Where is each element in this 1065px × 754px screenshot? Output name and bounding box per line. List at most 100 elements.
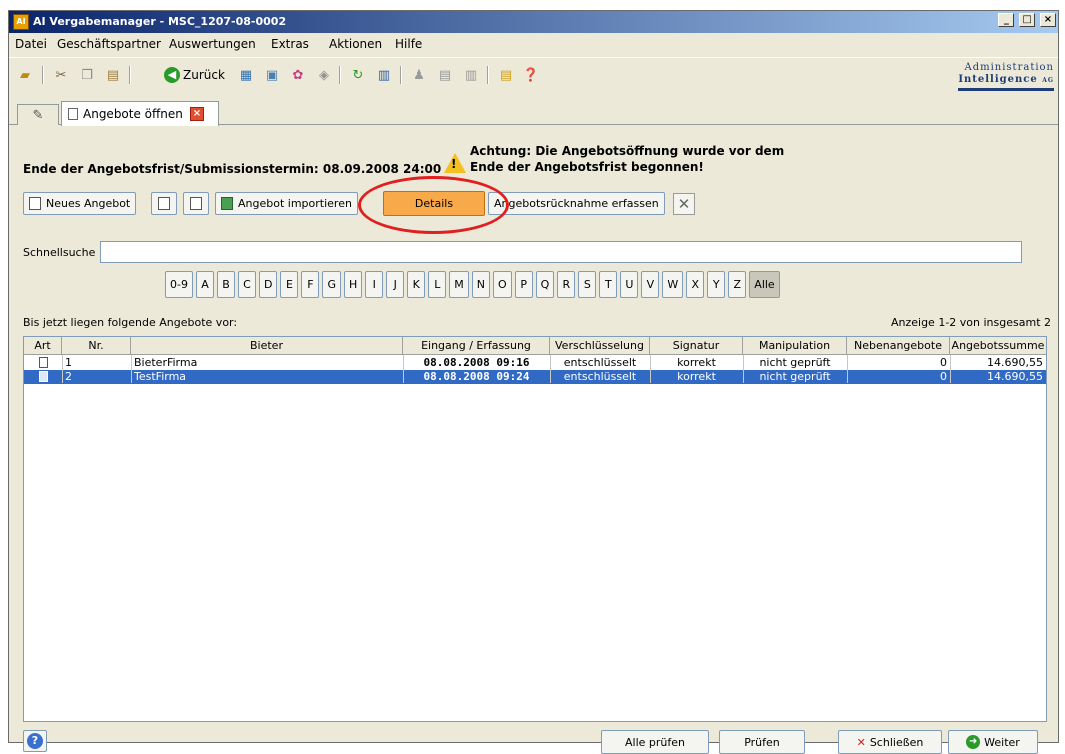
warning-message: Achtung: Die Angebotsöffnung wurde vor d… xyxy=(470,144,785,174)
letter-filter-b[interactable]: B xyxy=(216,271,235,298)
letter-filter-f[interactable]: F xyxy=(301,271,320,298)
table-row-selected[interactable]: 2 TestFirma 08.08.2008 09:24 entschlüsse… xyxy=(24,370,1046,384)
letter-filter-e[interactable]: E xyxy=(280,271,299,298)
toolbar-separator xyxy=(129,66,131,84)
row-type-icon xyxy=(24,370,62,384)
document-icon[interactable]: ▤ xyxy=(435,65,455,85)
row-bieter: BieterFirma xyxy=(134,356,198,369)
letter-filter-k[interactable]: K xyxy=(407,271,426,298)
column-divider xyxy=(743,355,744,383)
partners-icon[interactable]: ✿ xyxy=(288,65,308,85)
letter-filter-t[interactable]: T xyxy=(599,271,618,298)
row-verschluesselung: entschlüsselt xyxy=(563,356,637,369)
back-arrow-icon: ◀ xyxy=(164,67,180,83)
column-divider xyxy=(403,355,404,383)
letter-filter-v[interactable]: V xyxy=(641,271,660,298)
calendar-icon[interactable]: ▦ xyxy=(236,65,256,85)
cut-icon[interactable]: ✂ xyxy=(51,65,71,85)
maximize-button[interactable]: □ xyxy=(1019,13,1036,27)
new-document-icon xyxy=(29,197,41,210)
row-manipulation: nicht geprüft xyxy=(759,370,831,383)
brand-underline xyxy=(958,88,1054,91)
column-header-eingang[interactable]: Eingang / Erfassung xyxy=(403,337,550,355)
close-x-icon: ✕ xyxy=(856,735,866,749)
column-header-nebenangebote[interactable]: Nebenangebote xyxy=(847,337,950,355)
copy-icon[interactable]: ❐ xyxy=(77,65,97,85)
row-nr: 2 xyxy=(65,370,72,383)
row-nebenangebote: 0 xyxy=(940,356,947,369)
person-icon[interactable]: ♟ xyxy=(409,65,429,85)
table-row[interactable]: 1 BieterFirma 08.08.2008 09:16 entschlüs… xyxy=(24,356,1046,370)
letter-filter-0-9[interactable]: 0-9 xyxy=(165,271,193,298)
letter-filter-i[interactable]: I xyxy=(365,271,384,298)
letter-filter-a[interactable]: A xyxy=(195,271,214,298)
letter-filter-m[interactable]: M xyxy=(449,271,469,298)
column-header-angebotssumme[interactable]: Angebotssumme xyxy=(950,337,1046,355)
column-header-nr[interactable]: Nr. xyxy=(62,337,131,355)
paste-offer-button[interactable] xyxy=(183,192,209,215)
record-withdrawal-button[interactable]: Angebotsrücknahme erfassen xyxy=(488,192,665,215)
layout-icon[interactable]: ▥ xyxy=(374,65,394,85)
menu-hilfe[interactable]: Hilfe xyxy=(395,37,422,51)
letter-filter-j[interactable]: J xyxy=(386,271,405,298)
letter-filter-n[interactable]: N xyxy=(471,271,490,298)
letter-filter-y[interactable]: Y xyxy=(707,271,726,298)
help-icon[interactable]: ❓ xyxy=(521,65,541,85)
letter-filter-x[interactable]: X xyxy=(686,271,705,298)
close-button[interactable]: ✕ Schließen xyxy=(838,730,942,754)
notes-icon[interactable]: ▤ xyxy=(496,65,516,85)
close-window-button[interactable]: × xyxy=(1040,13,1056,27)
tab-angebote-oeffnen[interactable]: Angebote öffnen × xyxy=(61,101,219,126)
menu-aktionen[interactable]: Aktionen xyxy=(329,37,382,51)
paste-icon[interactable]: ▤ xyxy=(103,65,123,85)
back-label: Zurück xyxy=(183,68,225,82)
toolbar-separator xyxy=(339,66,341,84)
letter-filter-c[interactable]: C xyxy=(237,271,256,298)
letter-filter-d[interactable]: D xyxy=(258,271,278,298)
title-bar: AI AI Vergabemanager - MSC_1207-08-0002 … xyxy=(9,11,1058,33)
menu-auswertungen[interactable]: Auswertungen xyxy=(169,37,256,51)
new-offer-button[interactable]: Neues Angebot xyxy=(23,192,137,215)
letter-filter-u[interactable]: U xyxy=(620,271,639,298)
check-all-button[interactable]: Alle prüfen xyxy=(601,730,709,754)
window-title: AI Vergabemanager - MSC_1207-08-0002 xyxy=(33,15,287,28)
next-button[interactable]: ➜ Weiter xyxy=(948,730,1038,754)
search-input[interactable] xyxy=(100,241,1022,263)
letter-filter-g[interactable]: G xyxy=(322,271,341,298)
import-offer-button[interactable]: Angebot importieren xyxy=(215,192,358,215)
archive-icon[interactable]: ▥ xyxy=(461,65,481,85)
tag-icon[interactable]: ◈ xyxy=(314,65,334,85)
letter-filter-l[interactable]: L xyxy=(428,271,447,298)
app-window: AI AI Vergabemanager - MSC_1207-08-0002 … xyxy=(8,10,1059,754)
column-header-signatur[interactable]: Signatur xyxy=(650,337,743,355)
back-button[interactable]: ◀ Zurück xyxy=(164,67,225,83)
menu-datei[interactable]: Datei xyxy=(15,37,47,51)
close-tab-icon[interactable]: × xyxy=(189,107,204,121)
letter-filter-q[interactable]: Q xyxy=(535,271,555,298)
letter-filter-z[interactable]: Z xyxy=(728,271,747,298)
minimize-button[interactable]: _ xyxy=(998,13,1015,27)
letter-filter-s[interactable]: S xyxy=(578,271,597,298)
column-header-verschluesselung[interactable]: Verschlüsselung xyxy=(550,337,650,355)
delete-icon[interactable]: ✕ xyxy=(673,193,695,215)
letter-filter-w[interactable]: W xyxy=(662,271,684,298)
register-icon[interactable]: ▣ xyxy=(262,65,282,85)
open-folder-icon[interactable]: ▰ xyxy=(15,65,35,85)
column-header-manipulation[interactable]: Manipulation xyxy=(743,337,847,355)
column-header-bieter[interactable]: Bieter xyxy=(131,337,403,355)
letter-filter-o[interactable]: O xyxy=(493,271,512,298)
column-divider xyxy=(950,355,951,383)
help-icon: ? xyxy=(27,733,43,749)
letter-filter-alle[interactable]: Alle xyxy=(749,271,780,298)
letter-filter-h[interactable]: H xyxy=(343,271,363,298)
check-button[interactable]: Prüfen xyxy=(719,730,805,754)
column-header-art[interactable]: Art xyxy=(24,337,62,355)
letter-filter-p[interactable]: P xyxy=(514,271,533,298)
menu-geschaeftspartner[interactable]: Geschäftspartner xyxy=(57,37,161,51)
letter-filter-r[interactable]: R xyxy=(557,271,576,298)
tab-home[interactable]: ✎ xyxy=(17,104,59,125)
menu-extras[interactable]: Extras xyxy=(271,37,309,51)
refresh-icon[interactable]: ↻ xyxy=(348,65,368,85)
row-nr: 1 xyxy=(65,356,72,369)
copy-offer-button[interactable] xyxy=(151,192,177,215)
